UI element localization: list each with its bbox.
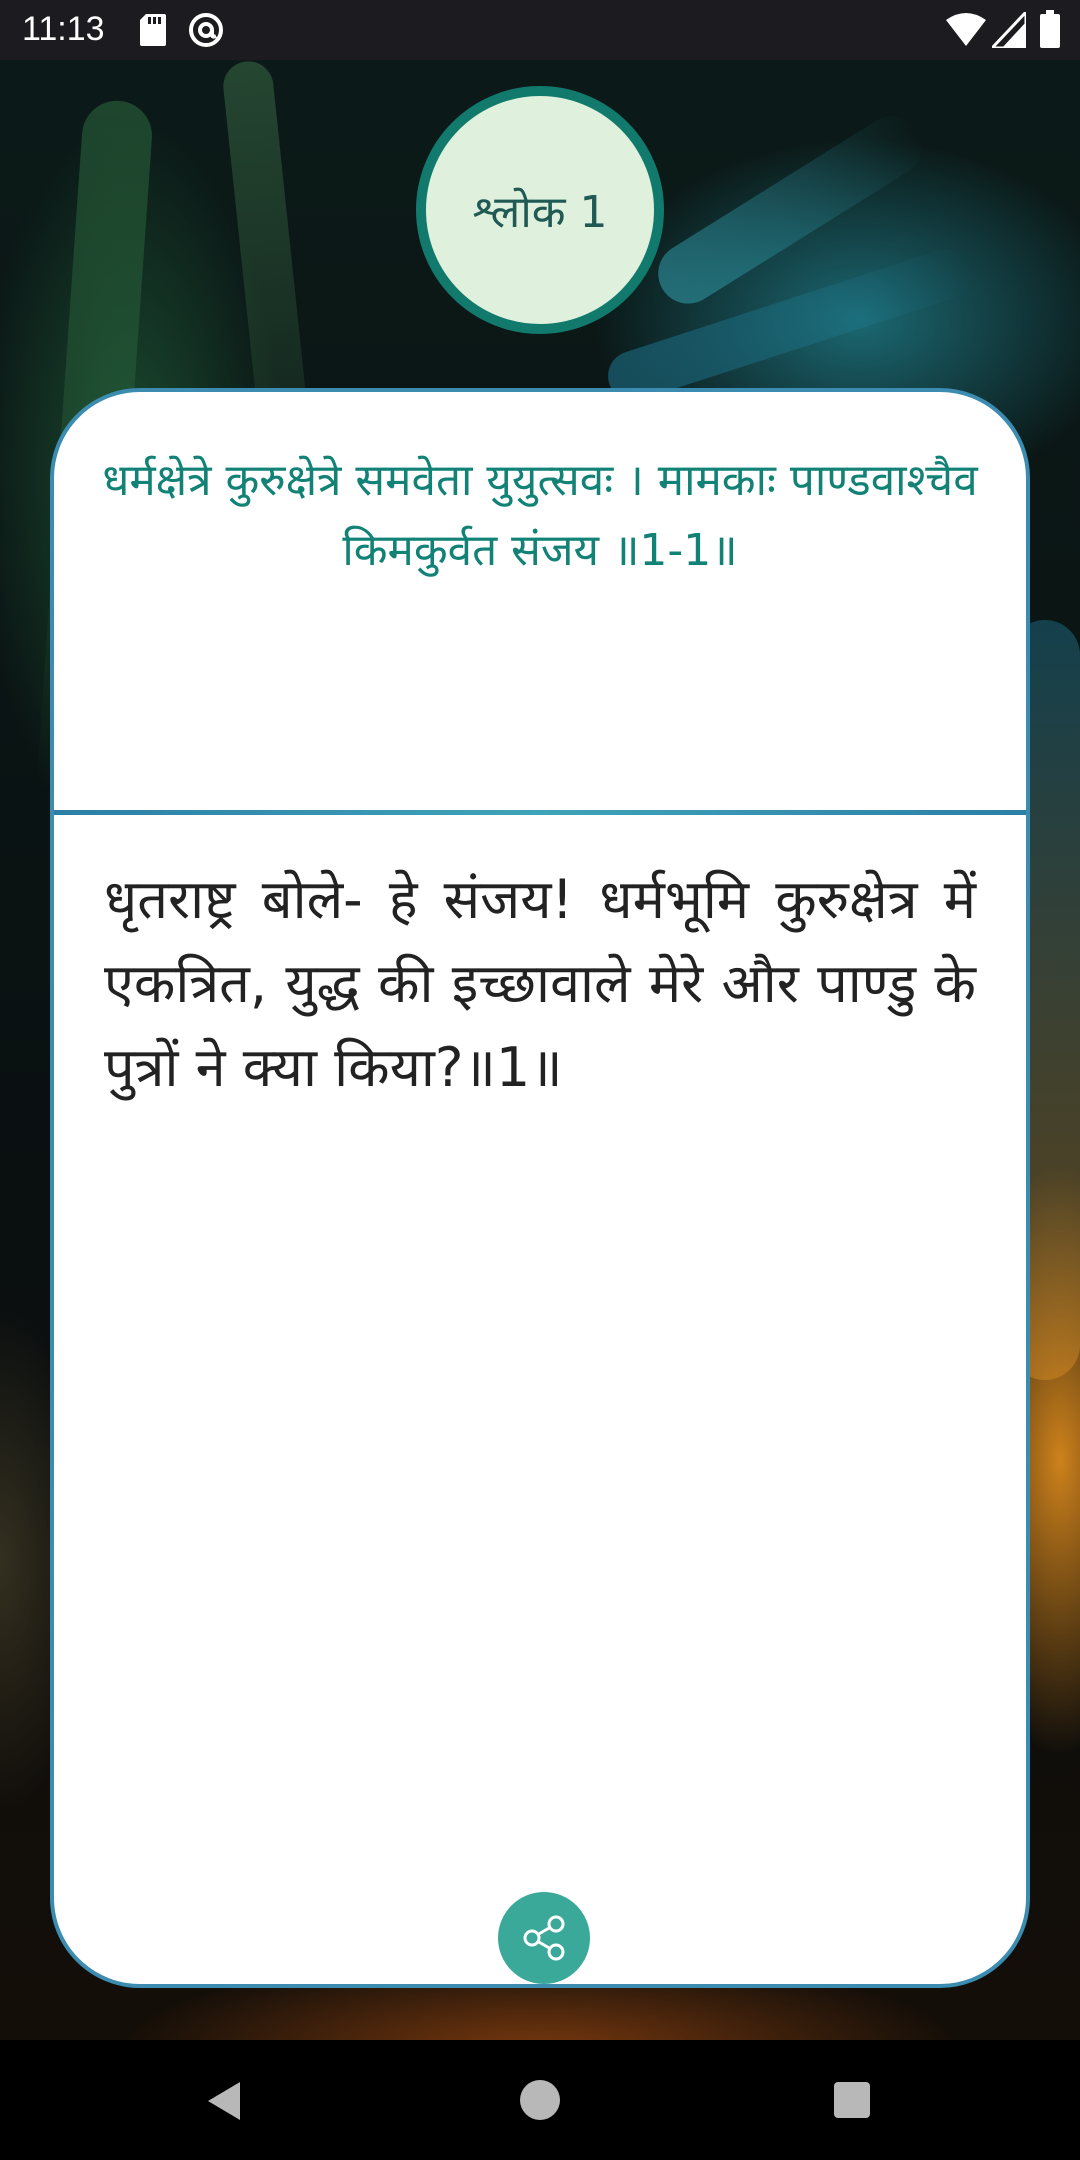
- hindi-translation: धृतराष्ट्र बोले- हे संजय! धर्मभूमि कुरुक…: [104, 868, 976, 1099]
- status-bar: 11:13: [0, 0, 1080, 60]
- signal-icon: [992, 12, 1026, 48]
- sloka-number-label: श्लोक 1: [472, 187, 608, 238]
- wifi-icon: [946, 13, 986, 46]
- sd-card-icon: [140, 14, 166, 46]
- sloka-card: धर्मक्षेत्रे कुरुक्षेत्रे समवेता युयुत्स…: [50, 388, 1030, 1988]
- share-icon: [523, 1915, 565, 1961]
- sanskrit-verse: धर्मक्षेत्रे कुरुक्षेत्रे समवेता युयुत्स…: [102, 455, 978, 576]
- back-icon[interactable]: [204, 2080, 244, 2122]
- home-icon[interactable]: [520, 2080, 560, 2120]
- sloka-number-badge: श्लोक 1: [416, 86, 664, 334]
- at-sign-icon: [189, 13, 223, 47]
- battery-icon: [1040, 10, 1060, 48]
- recents-icon[interactable]: [834, 2082, 870, 2118]
- navigation-bar: [0, 2040, 1080, 2160]
- status-time: 11:13: [22, 10, 105, 48]
- share-button[interactable]: [498, 1892, 590, 1984]
- divider: [54, 810, 1026, 815]
